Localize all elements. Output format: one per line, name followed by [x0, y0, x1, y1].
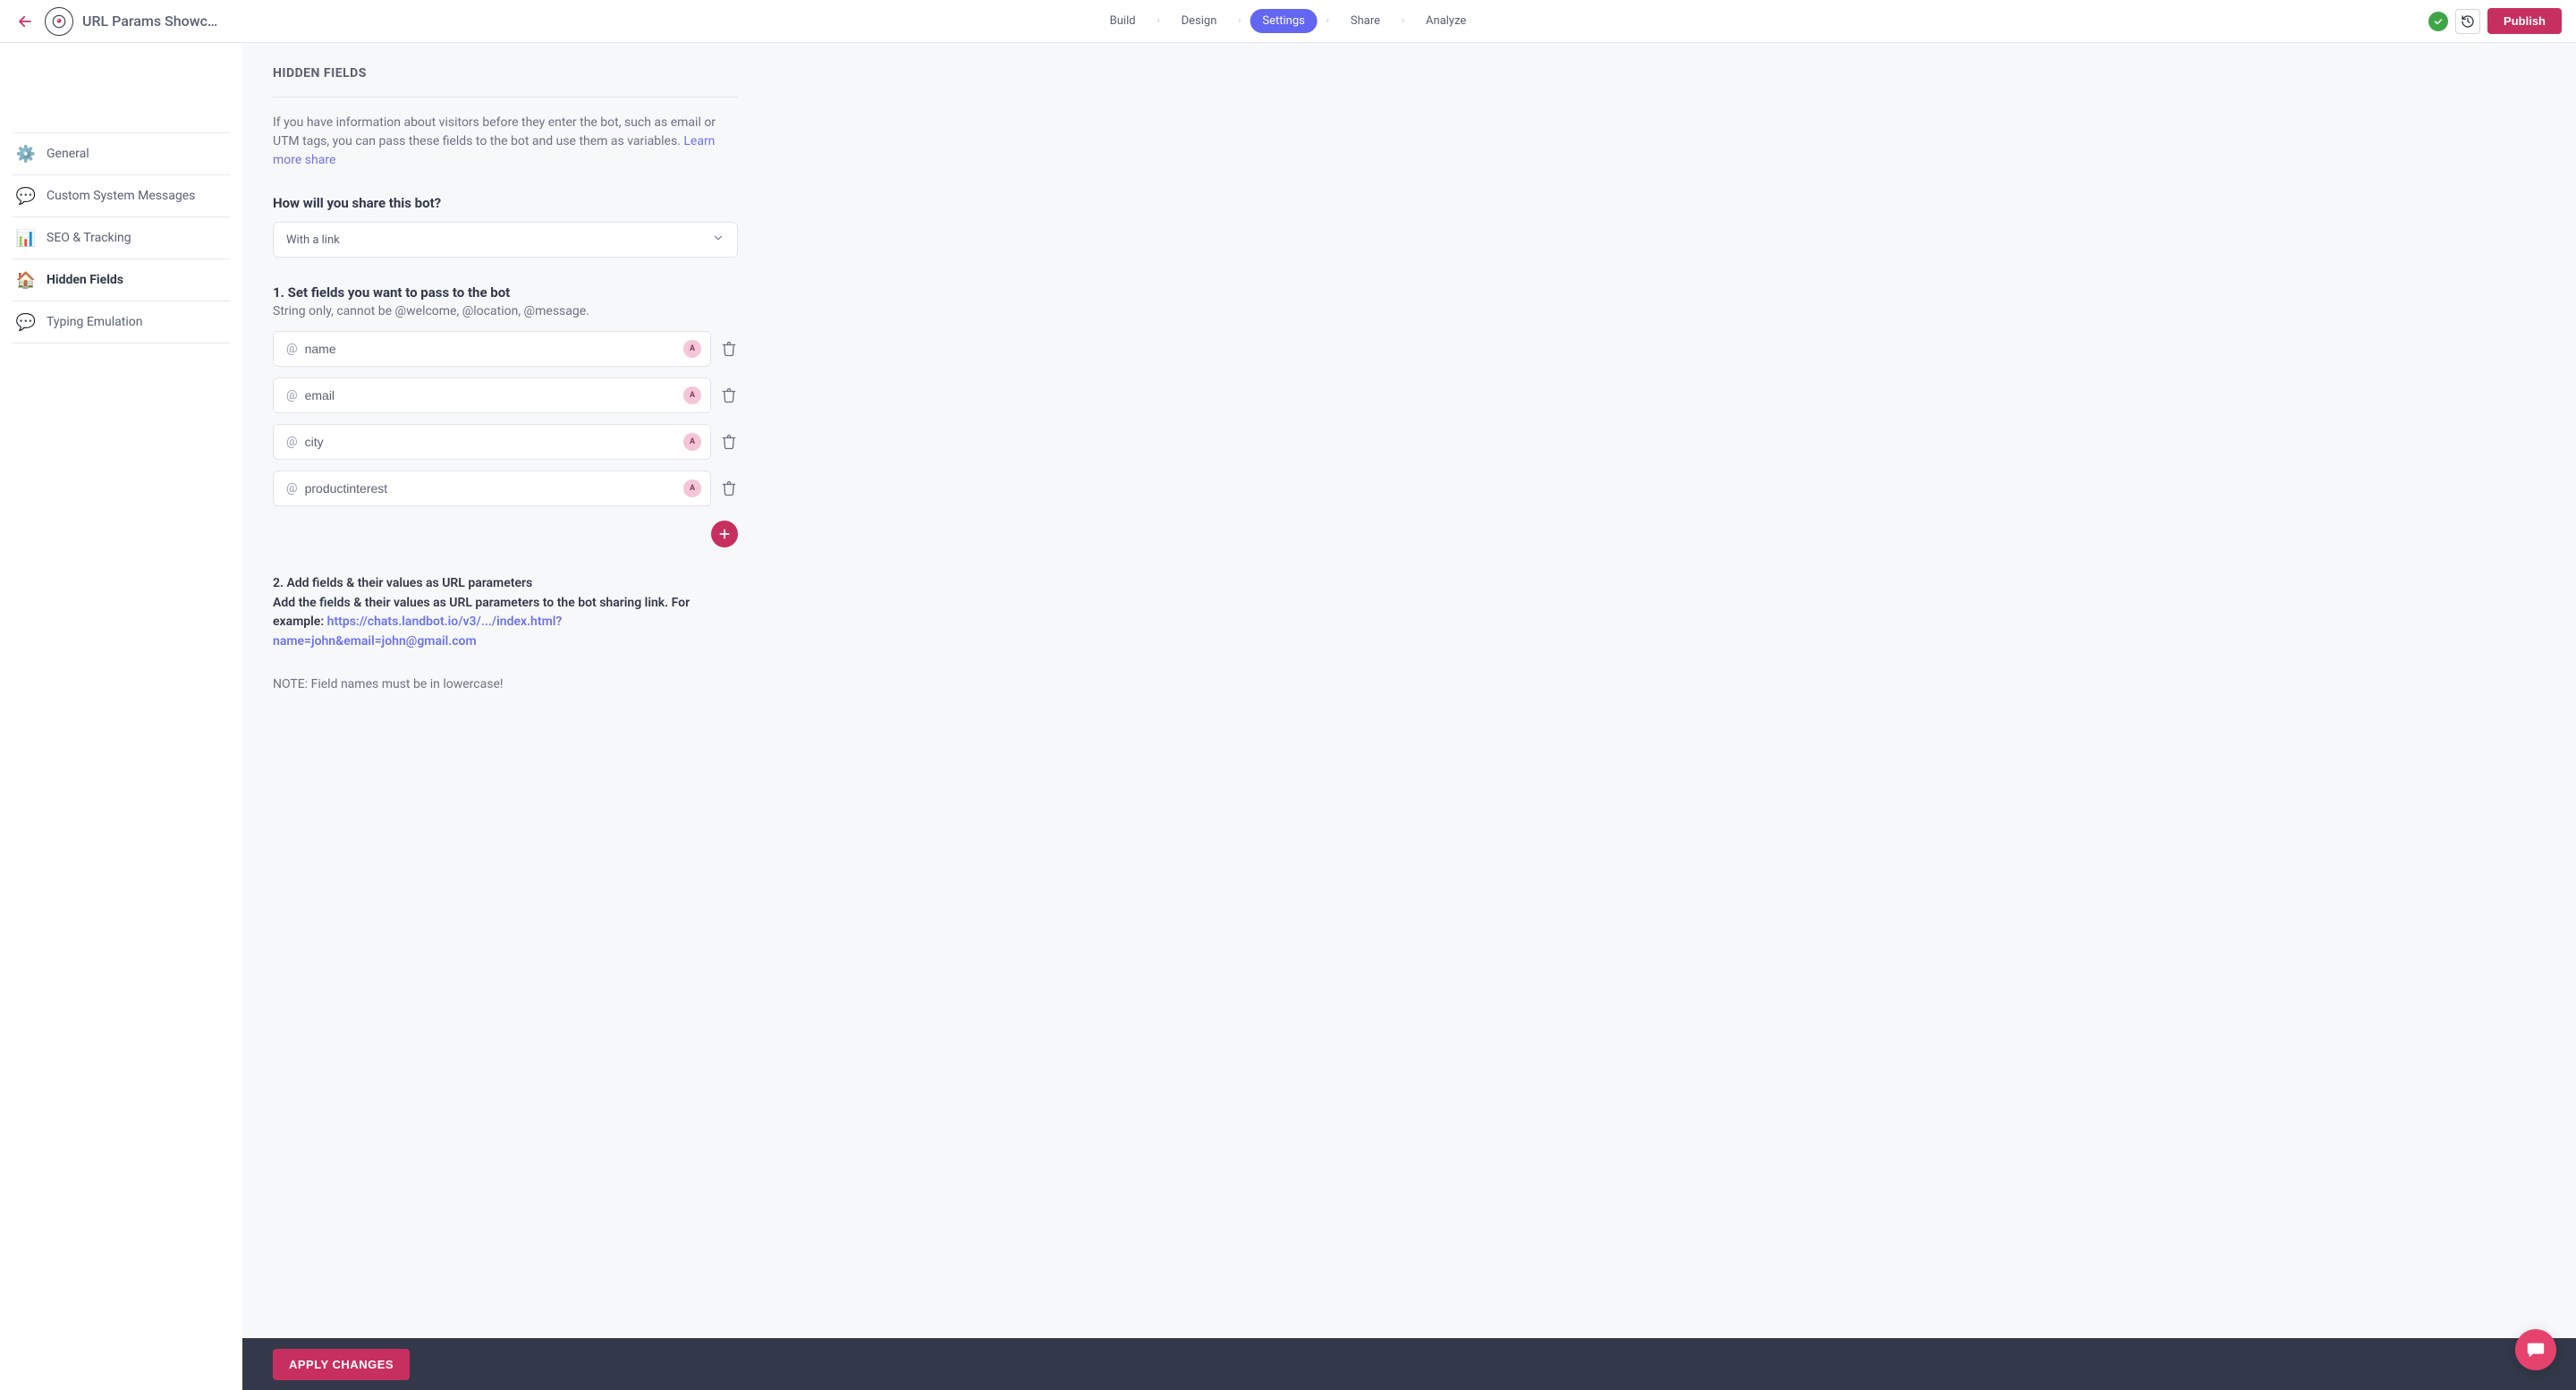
main-content: HIDDEN FIELDS If you have information ab…: [242, 43, 2576, 1390]
lowercase-note: NOTE: Field names must be in lowercase!: [273, 677, 738, 691]
field-input-name[interactable]: [305, 342, 683, 356]
field-row: @ A: [273, 331, 738, 367]
trash-icon[interactable]: [720, 433, 738, 451]
fields-list: @ A @ A: [273, 331, 738, 547]
at-icon: @: [286, 435, 298, 449]
intercom-chat-icon[interactable]: [2515, 1329, 2556, 1370]
share-select-value: With a link: [286, 233, 340, 247]
sidebar-item-label: SEO & Tracking: [47, 231, 131, 245]
chevron-right-icon: ›: [1238, 16, 1241, 26]
at-icon: @: [286, 388, 298, 403]
share-select[interactable]: With a link: [273, 222, 738, 258]
sidebar-item-label: Typing Emulation: [47, 315, 143, 329]
step2-title: 2. Add fields & their values as URL para…: [273, 576, 532, 590]
sidebar-item-hidden-fields[interactable]: 🏠 Hidden Fields: [13, 259, 230, 301]
trash-icon[interactable]: [720, 386, 738, 404]
topbar-nav: Build › Design › Settings › Share › Anal…: [1097, 9, 1479, 33]
intro-text-body: If you have information about visitors b…: [273, 115, 716, 148]
chevron-right-icon: ›: [1326, 16, 1329, 26]
sidebar-item-csm[interactable]: 💬 Custom System Messages: [13, 174, 230, 216]
field-input-email[interactable]: [305, 388, 683, 403]
field-row: @ A: [273, 470, 738, 506]
publish-button[interactable]: Publish: [2487, 8, 2562, 34]
back-arrow-icon[interactable]: [14, 11, 36, 32]
field-box: @ A: [273, 377, 711, 413]
trash-icon[interactable]: [720, 479, 738, 497]
chat-icon: 💬: [16, 312, 36, 332]
nav-design[interactable]: Design: [1169, 9, 1230, 33]
add-field-button[interactable]: [711, 521, 738, 547]
history-button[interactable]: [2455, 9, 2480, 34]
sidebar-item-label: Custom System Messages: [47, 189, 195, 203]
step2-block: 2. Add fields & their values as URL para…: [273, 574, 738, 652]
status-ok-icon: [2428, 12, 2448, 31]
type-badge: A: [683, 433, 701, 451]
chevron-right-icon: ›: [1402, 16, 1404, 26]
sidebar-item-general[interactable]: ⚙️ General: [13, 132, 230, 174]
at-icon: @: [286, 481, 298, 496]
sidebar-item-label: General: [47, 147, 89, 161]
sidebar-item-label: Hidden Fields: [47, 273, 123, 287]
step1-note: String only, cannot be @welcome, @locati…: [273, 304, 738, 318]
topbar-left: URL Params Showc…: [14, 7, 247, 36]
nav-share[interactable]: Share: [1338, 9, 1393, 33]
bot-title: URL Params Showc…: [82, 13, 217, 30]
nav-analyze[interactable]: Analyze: [1413, 9, 1479, 33]
page-body: ⚙️ General 💬 Custom System Messages 📊 SE…: [0, 43, 2576, 1390]
topbar: URL Params Showc… Build › Design › Setti…: [0, 0, 2576, 43]
type-badge: A: [683, 479, 701, 497]
step1-title: 1. Set fields you want to pass to the bo…: [273, 284, 738, 301]
share-question: How will you share this bot?: [273, 195, 738, 211]
field-box: @ A: [273, 331, 711, 367]
field-input-productinterest[interactable]: [305, 481, 683, 496]
gear-icon: ⚙️: [16, 144, 36, 164]
field-input-city[interactable]: [305, 435, 683, 449]
intro-text: If you have information about visitors b…: [273, 114, 738, 170]
topbar-right: Publish: [2428, 8, 2562, 34]
chevron-down-icon: [712, 232, 724, 248]
footer-bar: APPLY CHANGES: [242, 1338, 2576, 1390]
settings-sidebar: ⚙️ General 💬 Custom System Messages 📊 SE…: [0, 43, 242, 1390]
bar-chart-icon: 📊: [16, 228, 36, 248]
bot-avatar: [45, 7, 73, 36]
house-icon: 🏠: [16, 270, 36, 290]
field-row: @ A: [273, 377, 738, 413]
chevron-right-icon: ›: [1157, 16, 1160, 26]
chat-icon: 💬: [16, 186, 36, 206]
type-badge: A: [683, 386, 701, 404]
sidebar-item-seo[interactable]: 📊 SEO & Tracking: [13, 216, 230, 259]
type-badge: A: [683, 340, 701, 358]
apply-changes-button[interactable]: APPLY CHANGES: [273, 1349, 410, 1380]
field-box: @ A: [273, 470, 711, 506]
section-title: HIDDEN FIELDS: [273, 66, 738, 97]
trash-icon[interactable]: [720, 340, 738, 358]
field-row: @ A: [273, 424, 738, 460]
sidebar-item-typing[interactable]: 💬 Typing Emulation: [13, 301, 230, 343]
nav-build[interactable]: Build: [1097, 9, 1148, 33]
field-box: @ A: [273, 424, 711, 460]
nav-settings[interactable]: Settings: [1250, 9, 1317, 33]
at-icon: @: [286, 342, 298, 356]
